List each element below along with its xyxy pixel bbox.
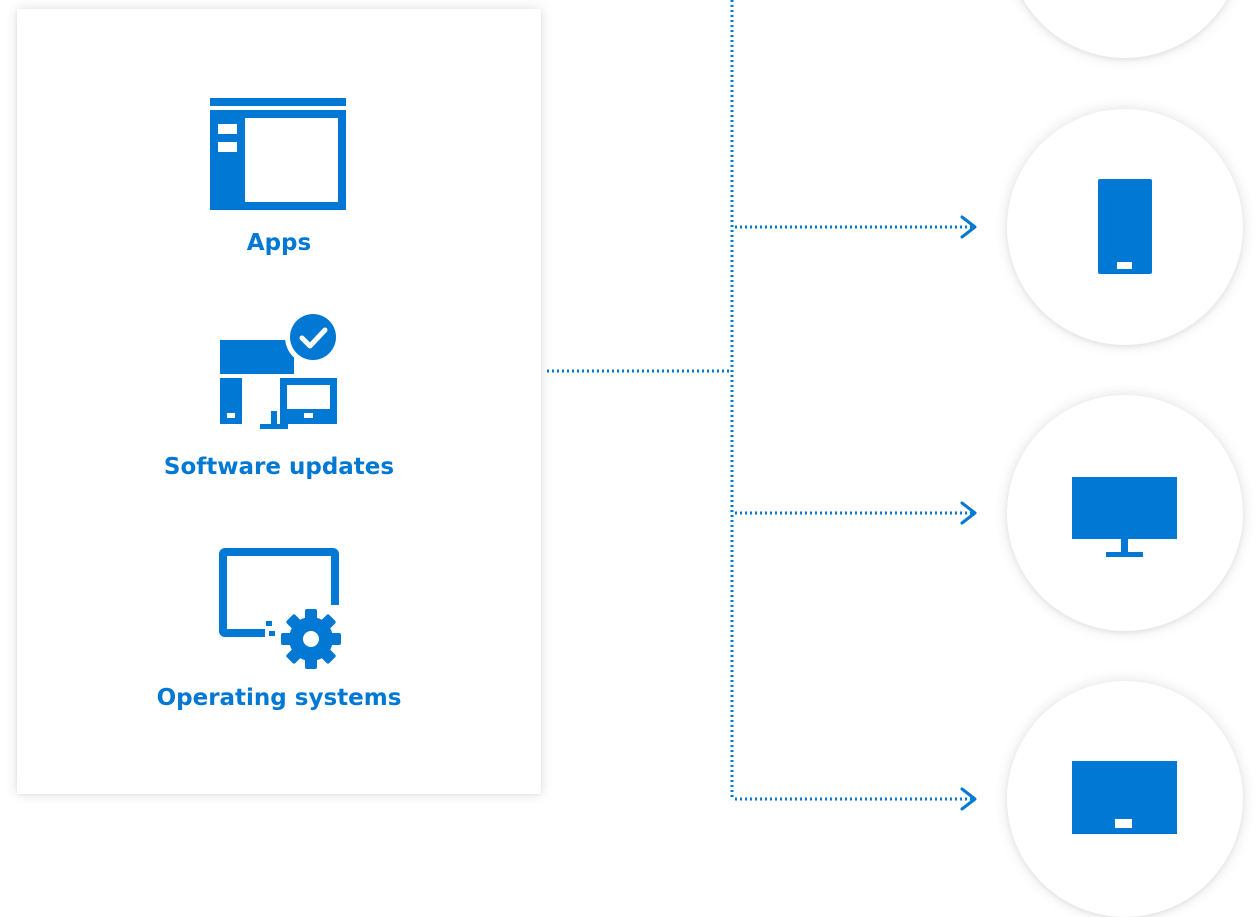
tablet-target (1007, 681, 1243, 917)
software-updates-label: Software updates (163, 454, 395, 480)
apps-label: Apps (246, 230, 312, 256)
content-card: Apps Software updates Operating systems (17, 9, 541, 794)
tablet-icon (1072, 761, 1177, 834)
monitor-icon (1072, 477, 1177, 557)
monitor-target (1007, 395, 1243, 631)
screen-gear-icon (219, 548, 341, 669)
arrowhead-monitor (960, 501, 977, 525)
phone-icon (1098, 179, 1152, 274)
arrowhead-tablet (960, 787, 977, 811)
operating-systems-label: Operating systems (156, 685, 402, 711)
phone-target (1007, 109, 1243, 345)
app-window-icon (210, 98, 346, 210)
devices-checkmark-icon (220, 309, 341, 429)
arrowhead-phone (960, 215, 977, 239)
